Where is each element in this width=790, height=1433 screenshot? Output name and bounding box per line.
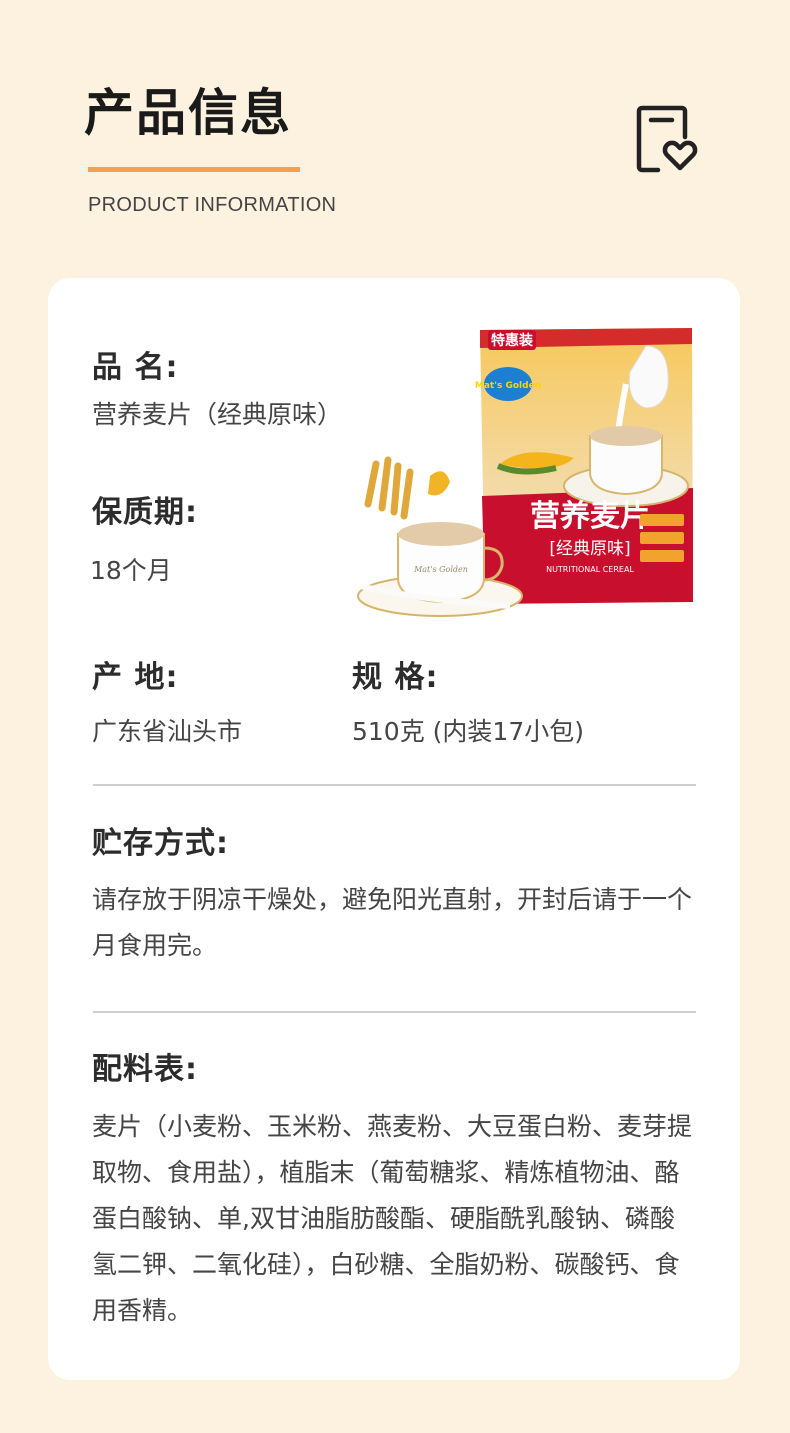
ingredients-label: 配料表:	[92, 1052, 198, 1087]
product-image: 特惠装 Mat's Golden 营养麦片 [经典原味] NUTRITIONAL…	[357, 328, 693, 617]
spec-label: 规 格:	[352, 660, 439, 695]
divider	[93, 1011, 696, 1013]
package-subtitle: [经典原味]	[549, 539, 630, 559]
name-value: 营养麦片（经典原味）	[92, 400, 343, 429]
package-title: 营养麦片	[530, 499, 650, 534]
shelf-life-value: 18个月	[90, 556, 172, 585]
promo-badge-text: 特惠装	[491, 332, 534, 349]
brand-logo-text: Mat's Golden	[475, 381, 541, 391]
cup-text: Mat's Golden	[413, 565, 468, 574]
page-subtitle: PRODUCT INFORMATION	[88, 194, 337, 216]
name-label: 品 名:	[92, 350, 179, 385]
storage-text: 请存放于阴凉干燥处，避免阳光直射，开封后请于一个月食用完。	[92, 885, 693, 960]
info-card: 品 名: 营养麦片（经典原味） 保质期: 18个月 特惠装 Mat's Gold…	[48, 278, 740, 1380]
page-title: 产品信息	[84, 84, 292, 142]
divider	[93, 784, 696, 786]
shelf-life-label: 保质期:	[92, 495, 198, 530]
title-underline	[88, 167, 300, 172]
document-heart-icon	[636, 105, 698, 173]
storage-label: 贮存方式:	[92, 826, 229, 861]
origin-value: 广东省汕头市	[92, 717, 243, 746]
ingredients-text: 麦片（小麦粉、玉米粉、燕麦粉、大豆蛋白粉、麦芽提取物、食用盐），植脂末（葡萄糖浆…	[92, 1112, 693, 1325]
package-english: NUTRITIONAL CEREAL	[546, 565, 634, 574]
spec-value: 510克 (内装17小包)	[352, 717, 584, 746]
origin-label: 产 地:	[92, 660, 179, 695]
